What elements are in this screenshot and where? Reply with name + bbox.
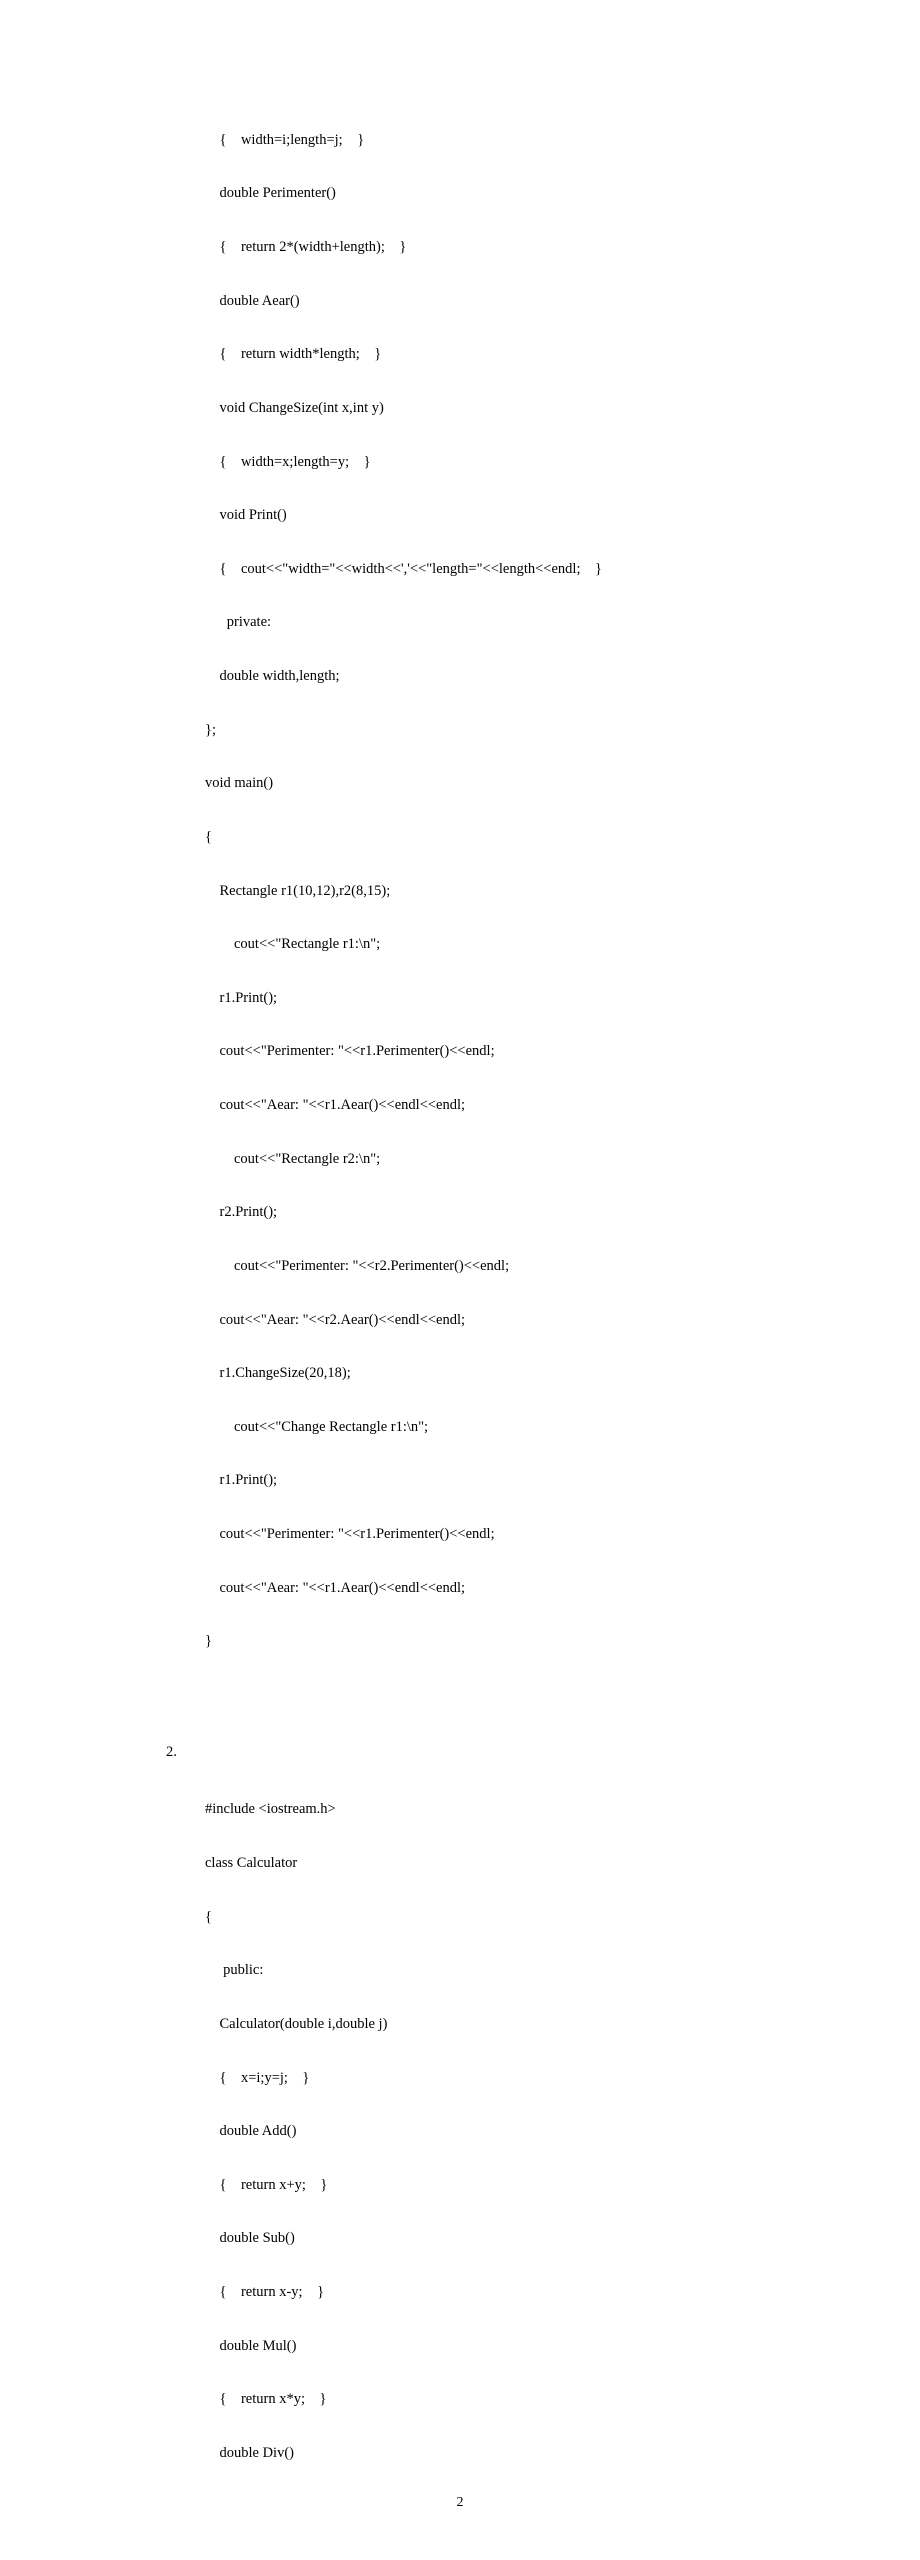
code-line: void ChangeSize(int x,int y) — [205, 395, 830, 422]
code-line: double Aear() — [205, 288, 830, 315]
code-line: double Perimenter() — [205, 180, 830, 207]
code-line: void Print() — [205, 502, 830, 529]
code-line: cout<<"Rectangle r1:\n"; — [205, 931, 830, 958]
code-line: Rectangle r1(10,12),r2(8,15); — [205, 878, 830, 905]
code-line: double Mul() — [205, 2333, 830, 2360]
code-line: #include <iostream.h> — [205, 1796, 830, 1823]
code-line: r1.Print(); — [205, 985, 830, 1012]
code-line: { return 2*(width+length); } — [205, 234, 830, 261]
code-line: class Calculator — [205, 1850, 830, 1877]
code-line: { width=x;length=y; } — [205, 449, 830, 476]
code-line: { return x+y; } — [205, 2172, 830, 2199]
code-line: { — [205, 1904, 830, 1931]
code-block-2: #include <iostream.h> class Calculator {… — [205, 1770, 830, 2521]
section-number-2: 2. — [166, 1739, 830, 1766]
code-line: r1.ChangeSize(20,18); — [205, 1360, 830, 1387]
code-line: { return x*y; } — [205, 2386, 830, 2413]
code-line: { width=i;length=j; } — [205, 127, 830, 154]
code-line: private: — [205, 609, 830, 636]
code-line: cout<<"Rectangle r2:\n"; — [205, 1146, 830, 1173]
code-line: cout<<"Perimenter: "<<r1.Perimenter()<<e… — [205, 1038, 830, 1065]
code-line: cout<<"Perimenter: "<<r1.Perimenter()<<e… — [205, 1521, 830, 1548]
code-line: double width,length; — [205, 663, 830, 690]
code-line: cout<<"Change Rectangle r1:\n"; — [205, 1414, 830, 1441]
code-block-1: { width=i;length=j; } double Perimenter(… — [205, 100, 830, 1709]
code-line: }; — [205, 717, 830, 744]
code-line: r2.Print(); — [205, 1199, 830, 1226]
page-number: 2 — [0, 2490, 920, 2516]
code-line: } — [205, 1628, 830, 1655]
page: { width=i;length=j; } double Perimenter(… — [0, 0, 920, 2560]
code-line: cout<<"Aear: "<<r2.Aear()<<endl<<endl; — [205, 1307, 830, 1334]
code-line: { x=i;y=j; } — [205, 2065, 830, 2092]
code-line: cout<<"Perimenter: "<<r2.Perimenter()<<e… — [205, 1253, 830, 1280]
code-line: { — [205, 824, 830, 851]
code-line: cout<<"Aear: "<<r1.Aear()<<endl<<endl; — [205, 1575, 830, 1602]
code-line: Calculator(double i,double j) — [205, 2011, 830, 2038]
code-line: void main() — [205, 770, 830, 797]
code-line: double Add() — [205, 2118, 830, 2145]
code-line: double Sub() — [205, 2225, 830, 2252]
code-line: { cout<<"width="<<width<<','<<"length="<… — [205, 556, 830, 583]
code-line: { return x-y; } — [205, 2279, 830, 2306]
code-line: cout<<"Aear: "<<r1.Aear()<<endl<<endl; — [205, 1092, 830, 1119]
code-line: r1.Print(); — [205, 1467, 830, 1494]
code-line: double Div() — [205, 2440, 830, 2467]
code-line: { return width*length; } — [205, 341, 830, 368]
code-line: public: — [205, 1957, 830, 1984]
